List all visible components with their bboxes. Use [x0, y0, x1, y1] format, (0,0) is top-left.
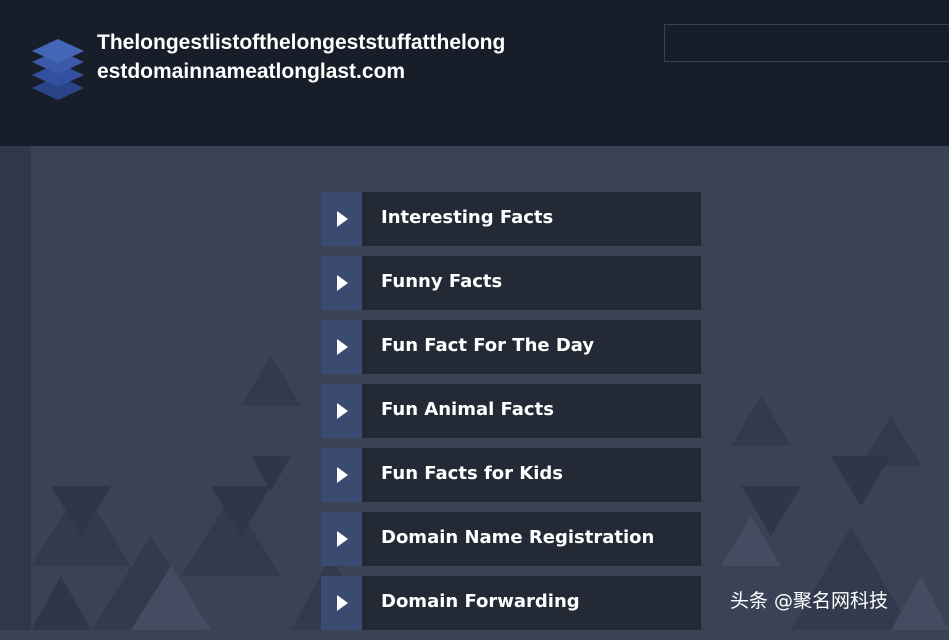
menu-item-label: Funny Facts [362, 256, 701, 310]
site-header: Thelongestlistofthelongeststuffatthelong… [0, 0, 949, 146]
menu-item-label: Domain Forwarding [362, 576, 701, 630]
menu-item-label: Fun Fact For The Day [362, 320, 701, 374]
play-arrow-icon [321, 256, 362, 310]
facts-menu: Interesting Facts Funny Facts Fun Fact F… [321, 192, 701, 640]
menu-item-funny-facts[interactable]: Funny Facts [321, 256, 701, 310]
source-watermark: 头条 @聚名网科技 [730, 590, 889, 612]
play-arrow-icon [321, 576, 362, 630]
stacked-layers-icon[interactable] [28, 36, 88, 102]
play-arrow-icon [321, 384, 362, 438]
play-arrow-icon [321, 448, 362, 502]
menu-item-fun-animal-facts[interactable]: Fun Animal Facts [321, 384, 701, 438]
menu-item-label: Fun Animal Facts [362, 384, 701, 438]
menu-item-domain-forwarding[interactable]: Domain Forwarding [321, 576, 701, 630]
site-title[interactable]: Thelongestlistofthelongeststuffatthelong… [97, 28, 507, 86]
play-arrow-icon [321, 512, 362, 566]
menu-item-interesting-facts[interactable]: Interesting Facts [321, 192, 701, 246]
menu-item-label: Domain Name Registration [362, 512, 701, 566]
menu-item-label: Fun Facts for Kids [362, 448, 701, 502]
menu-item-domain-name-registration[interactable]: Domain Name Registration [321, 512, 701, 566]
search-input[interactable] [664, 24, 949, 62]
menu-item-fun-facts-for-kids[interactable]: Fun Facts for Kids [321, 448, 701, 502]
left-decorative-strip [0, 146, 31, 630]
play-arrow-icon [321, 192, 362, 246]
menu-item-fun-fact-for-the-day[interactable]: Fun Fact For The Day [321, 320, 701, 374]
play-arrow-icon [321, 320, 362, 374]
menu-item-label: Interesting Facts [362, 192, 701, 246]
